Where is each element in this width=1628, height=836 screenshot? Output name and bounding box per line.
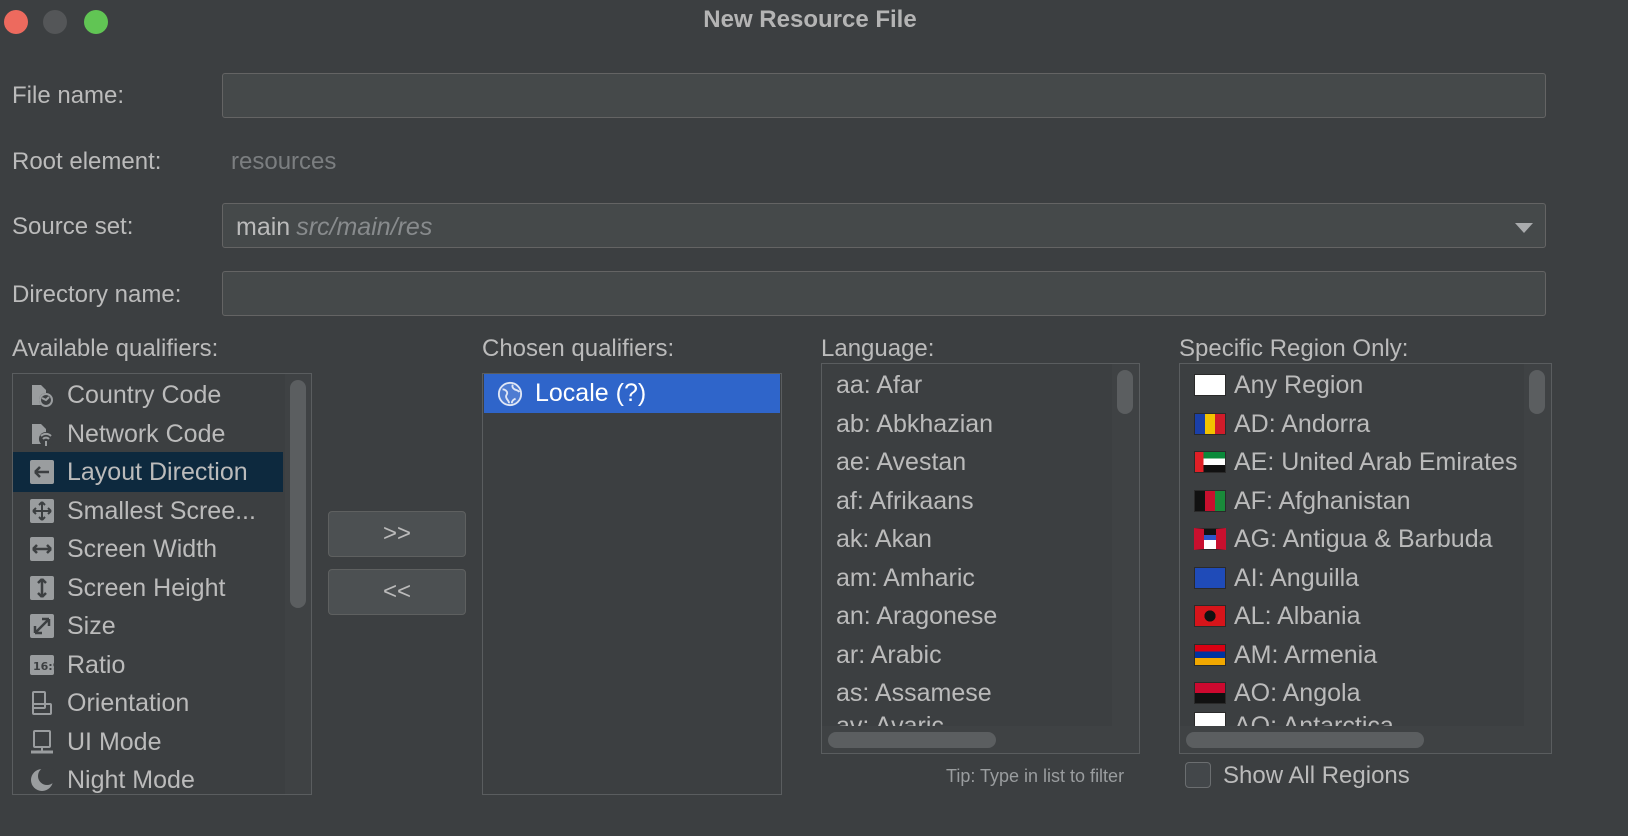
antigua-flag-icon [1194,528,1226,550]
language-vscrollbar[interactable] [1112,364,1139,726]
language-item[interactable]: af: Afrikaans [822,481,1139,521]
language-item[interactable]: an: Aragonese [822,596,1139,636]
scrollbar-thumb[interactable] [1117,370,1133,414]
show-all-regions-label: Show All Regions [1223,762,1410,789]
file-name-field[interactable] [222,73,1546,118]
directory-name-input[interactable] [223,272,1545,315]
smallest-screen-icon [29,498,55,524]
orientation-icon [29,690,55,716]
qualifier-smallest-screen[interactable]: Smallest Scree... [13,491,311,531]
region-item[interactable]: AL: Albania [1180,596,1551,636]
ratio-icon: 16:9 [29,652,55,678]
root-element-label: Root element: [12,148,162,175]
qualifier-network-code[interactable]: Network Code [13,414,311,454]
qualifier-ui-mode[interactable]: UI Mode [13,722,311,762]
source-set-dropdown[interactable]: main src/main/res [222,203,1546,248]
region-item[interactable]: AD: Andorra [1180,404,1551,444]
available-qualifiers-scrollbar[interactable] [285,374,311,794]
uae-flag-icon [1194,451,1226,473]
afghanistan-flag-icon [1194,490,1226,512]
file-name-input[interactable] [223,74,1545,117]
directory-name-field[interactable] [222,271,1546,316]
qualifier-orientation[interactable]: Orientation [13,683,311,723]
globe-icon [497,381,523,407]
chosen-qualifiers-label: Chosen qualifiers: [482,335,675,362]
angola-flag-icon [1194,682,1226,704]
svg-text:16:9: 16:9 [33,660,55,673]
scrollbar-thumb[interactable] [1186,732,1424,748]
add-qualifier-button[interactable]: >> [328,511,466,557]
country-code-icon [29,382,55,408]
language-item[interactable]: ar: Arabic [822,635,1139,675]
region-list[interactable]: Any Region AD: Andorra AE: United Arab E… [1179,363,1552,754]
region-vscrollbar[interactable] [1524,364,1551,726]
ui-mode-icon [29,729,55,755]
region-hscrollbar[interactable] [1180,726,1551,753]
available-qualifiers-list[interactable]: Country Code Network Code Layout Directi… [12,373,312,795]
antarctica-flag-icon [1194,712,1226,726]
language-item-partial[interactable]: av: Avaric [822,712,1139,726]
albania-flag-icon [1194,605,1226,627]
screen-width-icon [29,536,55,562]
network-code-icon [29,421,55,447]
region-label: Specific Region Only: [1179,335,1409,362]
language-item[interactable]: ae: Avestan [822,442,1139,482]
language-item[interactable]: ab: Abkhazian [822,404,1139,444]
language-item[interactable]: aa: Afar [822,365,1139,405]
language-item[interactable]: ak: Akan [822,519,1139,559]
andorra-flag-icon [1194,413,1226,435]
region-item[interactable]: AI: Anguilla [1180,558,1551,598]
region-item[interactable]: AE: United Arab Emirates [1180,442,1551,482]
layout-direction-icon [29,459,55,485]
language-label: Language: [821,335,935,362]
language-list[interactable]: aa: Afar ab: Abkhazian ae: Avestan af: A… [821,363,1140,754]
source-set-selected: main src/main/res [236,213,433,241]
language-item[interactable]: am: Amharic [822,558,1139,598]
region-item[interactable]: AF: Afghanistan [1180,481,1551,521]
show-all-regions-checkbox[interactable] [1185,762,1211,788]
filter-tip: Tip: Type in list to filter [946,766,1125,786]
directory-name-label: Directory name: [12,281,182,308]
qualifier-screen-height[interactable]: Screen Height [13,568,311,608]
screen-height-icon [29,575,55,601]
title-bar: New Resource File [0,0,1628,42]
chevron-down-icon [1515,223,1533,233]
window-title: New Resource File [703,6,917,33]
file-name-label: File name: [12,82,125,109]
chosen-qualifier-locale[interactable]: Locale (?) [484,374,780,413]
language-item[interactable]: as: Assamese [822,673,1139,713]
size-icon [29,613,55,639]
language-hscrollbar[interactable] [822,726,1139,753]
anguilla-flag-icon [1194,567,1226,589]
region-item[interactable]: AM: Armenia [1180,635,1551,675]
region-item[interactable]: Any Region [1180,365,1551,405]
source-set-label: Source set: [12,213,134,240]
qualifier-screen-width[interactable]: Screen Width [13,529,311,569]
armenia-flag-icon [1194,644,1226,666]
scrollbar-thumb[interactable] [290,380,306,608]
root-element-value: resources [231,148,337,175]
scrollbar-thumb[interactable] [1529,370,1545,414]
region-item[interactable]: AG: Antigua & Barbuda [1180,519,1551,559]
qualifier-layout-direction[interactable]: Layout Direction [13,452,283,492]
remove-qualifier-button[interactable]: << [328,569,466,615]
region-item[interactable]: AO: Angola [1180,673,1551,713]
qualifier-size[interactable]: Size [13,606,311,646]
chosen-qualifiers-list[interactable]: Locale (?) [482,373,782,795]
blank-flag-icon [1194,374,1226,396]
qualifier-ratio[interactable]: 16:9 Ratio [13,645,311,685]
scrollbar-thumb[interactable] [828,732,996,748]
region-item-partial[interactable]: AQ: Antarctica [1180,712,1551,726]
qualifier-night-mode[interactable]: Night Mode [13,760,311,794]
night-mode-icon [29,767,55,793]
available-qualifiers-label: Available qualifiers: [12,335,219,362]
source-set-path: src/main/res [296,213,433,241]
qualifier-country-code[interactable]: Country Code [13,375,311,415]
